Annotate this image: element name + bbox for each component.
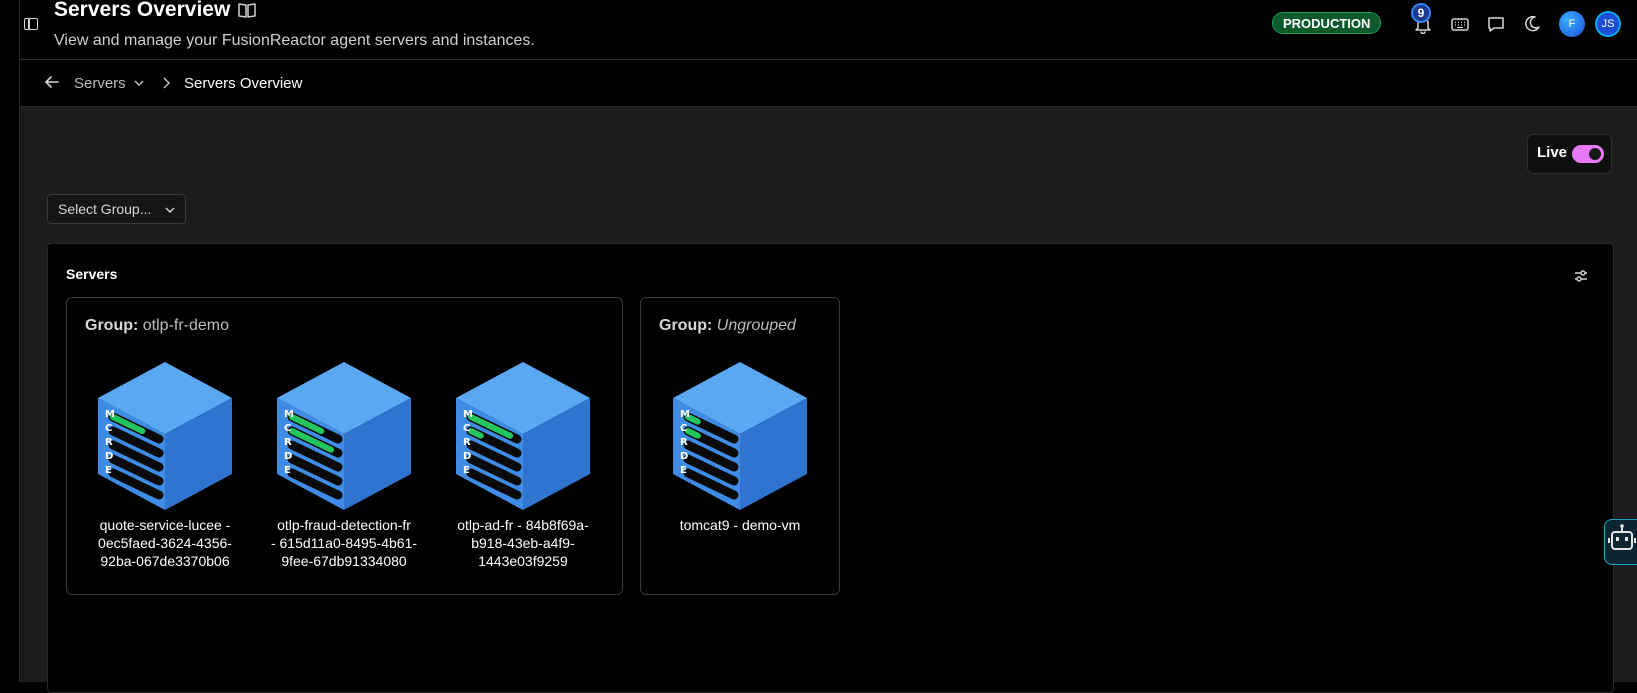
cube-side-letter: C: [680, 423, 687, 434]
left-rail: [0, 0, 20, 682]
group-label-prefix: Group:: [659, 317, 713, 334]
cube-side-letter: D: [105, 451, 113, 462]
cube-side-letter: M: [680, 409, 690, 420]
live-label: Live: [1537, 144, 1568, 161]
environment-badge[interactable]: PRODUCTION: [1272, 12, 1382, 34]
server-item[interactable]: MCRDE otlp-ad-fr - 84b8f69a- b918-43eb-a…: [443, 360, 603, 570]
cube-side-letter: M: [105, 409, 115, 420]
group-select[interactable]: Select Group...: [47, 194, 186, 224]
cube-side-letter: R: [463, 437, 471, 448]
chevron-right-icon: [163, 77, 171, 89]
server-cube-icon: MCRDE: [456, 362, 590, 510]
cube-side-letter: D: [284, 451, 292, 462]
cube-side-letter: R: [105, 437, 113, 448]
group-title: Group: otlp-fr-demo: [85, 317, 229, 335]
group-name: otlp-fr-demo: [142, 317, 230, 334]
user-avatar[interactable]: JS: [1595, 11, 1621, 37]
group-title: Group: Ungrouped: [659, 317, 796, 335]
assistant-bot-button[interactable]: [1604, 519, 1637, 565]
cube-side-letter: R: [284, 437, 292, 448]
cube-side-letter: C: [284, 423, 291, 434]
docs-book-icon[interactable]: [238, 2, 256, 18]
server-name: otlp-ad-fr - 84b8f69a- b918-43eb-a4f9- 1…: [457, 517, 589, 569]
server-item[interactable]: MCRDE tomcat9 - demo-vm: [660, 360, 820, 534]
server-cube-icon: MCRDE: [673, 362, 807, 510]
page-header: [20, 0, 1637, 60]
keyboard-icon[interactable]: [1450, 14, 1470, 34]
cube-side-letter: C: [105, 423, 112, 434]
server-item[interactable]: MCRDE otlp-fraud-detection-fr - 615d11a0…: [264, 360, 424, 570]
cube-side-letter: E: [284, 465, 291, 476]
chevron-down-icon: [165, 207, 175, 214]
cube-side-letter: M: [463, 409, 473, 420]
server-name: otlp-fraud-detection-fr - 615d11a0-8495-…: [270, 517, 418, 569]
cube-side-letter: D: [680, 451, 688, 462]
moon-icon[interactable]: [1522, 14, 1542, 34]
cube-side-letter: E: [463, 465, 470, 476]
page-subtitle: View and manage your FusionReactor agent…: [54, 32, 535, 49]
breadcrumb-current: Servers Overview: [184, 75, 303, 92]
cube-side-letter: D: [463, 451, 471, 462]
cube-side-letter: E: [680, 465, 687, 476]
settings-sliders-icon[interactable]: [1573, 268, 1589, 284]
chat-icon[interactable]: [1486, 14, 1506, 34]
cube-side-letter: E: [105, 465, 112, 476]
page-title: Servers Overview: [54, 0, 231, 21]
group-select-placeholder: Select Group...: [58, 201, 152, 217]
robot-icon: [1608, 524, 1636, 550]
server-cube-icon: MCRDE: [277, 362, 411, 510]
cube-side-letter: C: [463, 423, 470, 434]
organization-avatar[interactable]: F: [1559, 11, 1585, 37]
back-arrow-icon[interactable]: [44, 74, 60, 90]
cube-side-letter: R: [680, 437, 688, 448]
group-label-prefix: Group:: [85, 317, 139, 334]
live-toggle[interactable]: [1572, 145, 1604, 163]
group-name: Ungrouped: [716, 317, 796, 334]
cube-side-letter: M: [284, 409, 294, 420]
breadcrumb-servers-link[interactable]: Servers: [74, 75, 126, 92]
server-item[interactable]: MCRDE quote-service-lucee - 0ec5faed-362…: [85, 360, 245, 570]
servers-panel-title: Servers: [66, 266, 118, 282]
notification-count-badge[interactable]: 9: [1411, 3, 1431, 23]
sidebar-toggle-icon[interactable]: [24, 18, 38, 30]
chevron-down-icon[interactable]: [134, 79, 144, 87]
server-name: tomcat9 - demo-vm: [679, 517, 801, 533]
server-name: quote-service-lucee - 0ec5faed-3624-4356…: [98, 517, 232, 569]
server-cube-icon: MCRDE: [98, 362, 232, 510]
